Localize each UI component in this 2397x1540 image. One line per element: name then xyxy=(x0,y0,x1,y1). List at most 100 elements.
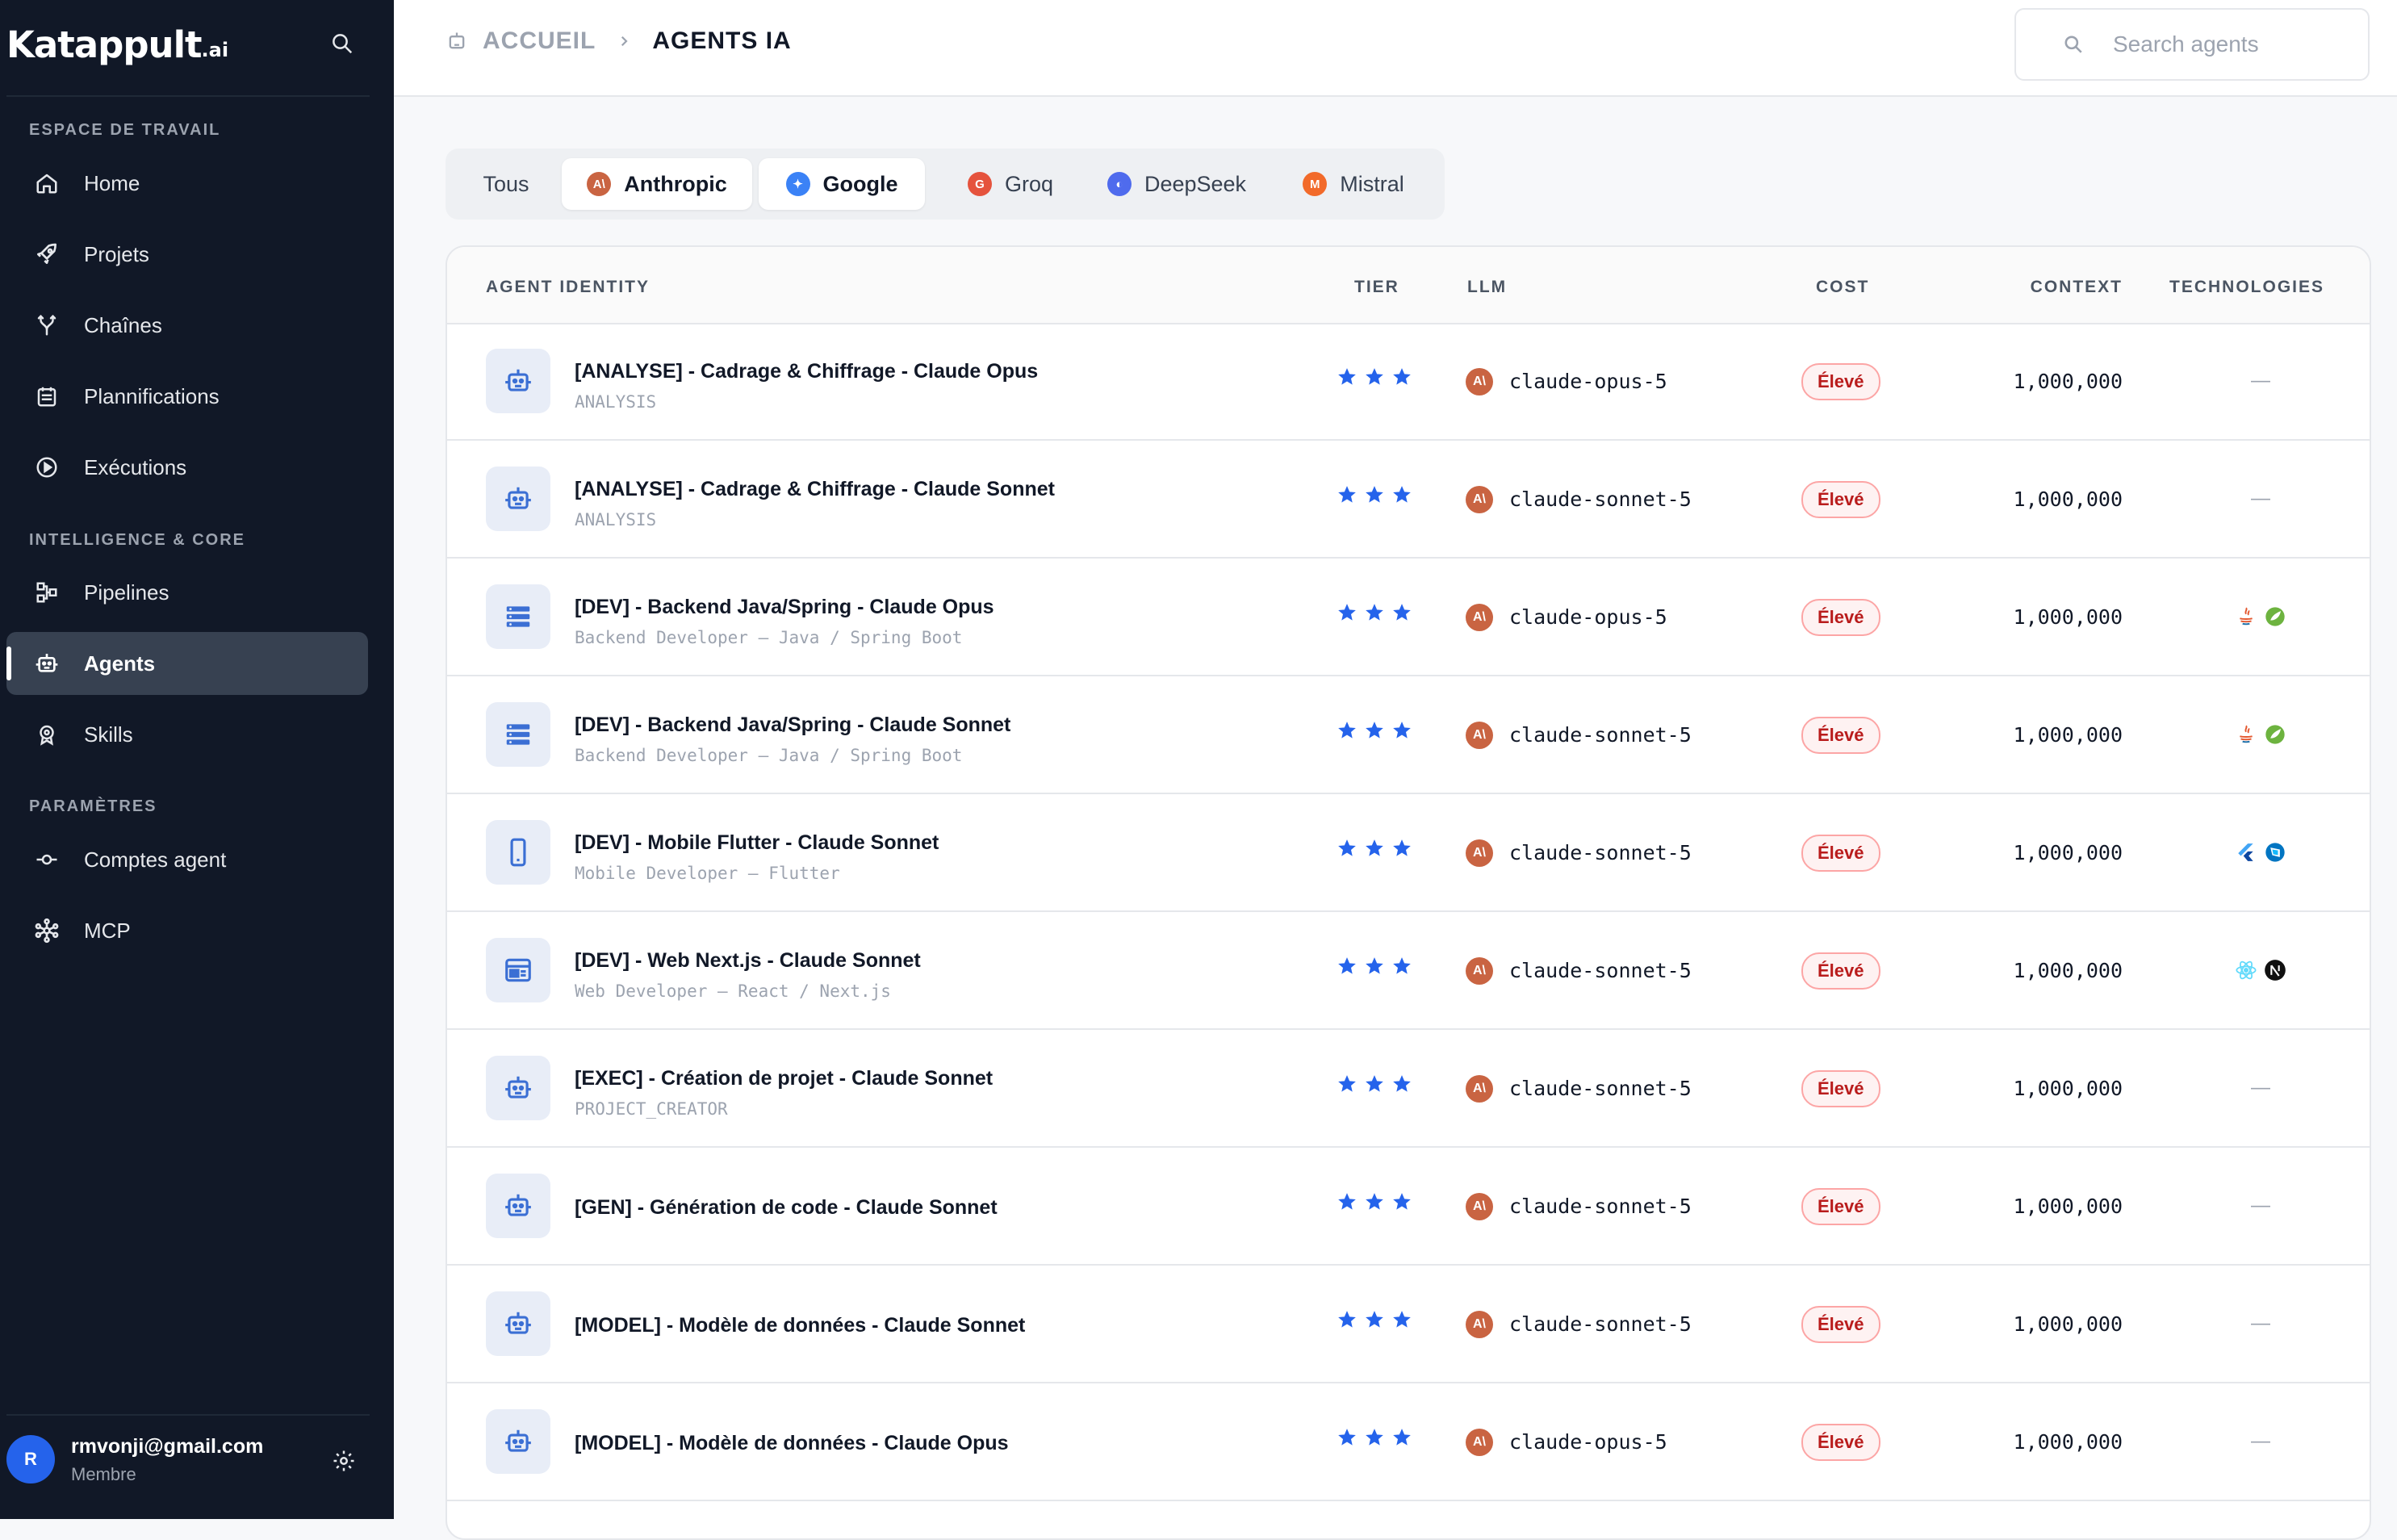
star-icon xyxy=(1337,720,1357,741)
table-row[interactable]: [EXEC] - Création de projet - Claude Son… xyxy=(447,1030,2370,1148)
sidebar-item-label: Comptes agent xyxy=(84,847,227,872)
brand-name: Katappult xyxy=(6,23,203,66)
table-row[interactable]: [DEV] - Backend Java/Spring - Claude Opu… xyxy=(447,559,2370,676)
table-row[interactable]: [DEV] - Web Next.js - Claude Sonnet Web … xyxy=(447,912,2370,1030)
search-icon xyxy=(2063,34,2084,55)
tab-deepseek[interactable]: ◐ DeepSeek xyxy=(1091,158,1262,210)
robot-icon xyxy=(486,349,550,413)
sidebar-search-icon[interactable] xyxy=(326,27,358,60)
brand-logo[interactable]: Katappult .ai xyxy=(6,16,228,73)
tier-rating xyxy=(1337,602,1412,623)
star-icon xyxy=(1391,1309,1412,1330)
agent-name[interactable]: [ANALYSE] - Cadrage & Chiffrage - Claude… xyxy=(575,478,1055,501)
sidebar-item-home[interactable]: Home xyxy=(6,152,368,215)
play-circle-icon xyxy=(31,451,63,483)
browser-icon xyxy=(486,938,550,1002)
search-box[interactable] xyxy=(2014,8,2370,81)
badge-icon xyxy=(31,718,63,751)
column-header-tier[interactable]: TIER xyxy=(1354,278,1399,297)
sidebar-item-label: Plannifications xyxy=(84,383,220,408)
star-icon xyxy=(1364,838,1385,859)
anthropic-icon: A\ xyxy=(1466,486,1493,513)
chevron-right-icon xyxy=(617,27,631,55)
star-icon xyxy=(1391,602,1412,623)
star-icon xyxy=(1337,1427,1357,1448)
sidebar-item-plannifications[interactable]: Plannifications xyxy=(6,365,368,428)
tier-rating xyxy=(1337,838,1412,859)
table-row[interactable]: [MODEL] - Modèle de données - Claude Son… xyxy=(447,1266,2370,1383)
sidebar-item-projets[interactable]: Projets xyxy=(6,223,368,286)
table-row[interactable]: [GEN] - Génération de code - Claude Sonn… xyxy=(447,1148,2370,1266)
sidebar-item-comptes-agent[interactable]: Comptes agent xyxy=(6,828,368,891)
agent-name[interactable]: [ANALYSE] - Cadrage & Chiffrage - Claude… xyxy=(575,360,1038,383)
tier-rating xyxy=(1337,720,1412,741)
table-row[interactable]: [MODEL] - Modèle de données - Claude Opu… xyxy=(447,1383,2370,1501)
sidebar-item-executions[interactable]: Exécutions xyxy=(6,436,368,499)
context-size: 1,000,000 xyxy=(2013,1195,2123,1218)
breadcrumb-home[interactable]: ACCUEIL xyxy=(446,27,596,55)
column-header-identity[interactable]: AGENT IDENTITY xyxy=(486,278,650,297)
sidebar-item-pipelines[interactable]: Pipelines xyxy=(6,561,368,624)
tab-anthropic[interactable]: A\ Anthropic xyxy=(562,158,752,210)
cost-badge: Élevé xyxy=(1801,481,1880,518)
table-row[interactable]: [DEV] - Mobile Flutter - Claude Sonnet M… xyxy=(447,794,2370,912)
agent-subtitle: PROJECT_CREATOR xyxy=(575,1099,728,1119)
agent-subtitle: Mobile Developer — Flutter xyxy=(575,864,840,883)
user-profile[interactable]: R rmvonji@gmail.com Membre xyxy=(6,1414,362,1504)
technologies xyxy=(2216,718,2305,751)
context-size: 1,000,000 xyxy=(2013,1077,2123,1100)
anthropic-icon: A\ xyxy=(1466,722,1493,749)
server-icon xyxy=(486,584,550,649)
breadcrumb-home-label: ACCUEIL xyxy=(483,27,596,54)
star-icon xyxy=(1391,838,1412,859)
table-row[interactable]: [ANALYSE] - Cadrage & Chiffrage - Claude… xyxy=(447,441,2370,559)
tab-groq[interactable]: G Groq xyxy=(938,158,1083,210)
sidebar-item-agents[interactable]: Agents xyxy=(6,632,368,695)
tier-rating xyxy=(1337,484,1412,505)
agent-name[interactable]: [DEV] - Mobile Flutter - Claude Sonnet xyxy=(575,831,939,855)
column-header-technologies[interactable]: TECHNOLOGIES xyxy=(2169,278,2324,297)
sidebar-item-chaines[interactable]: Chaînes xyxy=(6,294,368,357)
provider-tabs: Tous A\ Anthropic ✦ Google G Groq ◐ Deep… xyxy=(446,149,1445,220)
user-role: Membre xyxy=(71,1464,136,1484)
llm-model: claude-sonnet-5 xyxy=(1509,488,1692,511)
star-icon xyxy=(1364,1191,1385,1212)
agent-name[interactable]: [EXEC] - Création de projet - Claude Son… xyxy=(575,1067,993,1090)
agent-name[interactable]: [MODEL] - Modèle de données - Claude Opu… xyxy=(575,1432,1009,1455)
agent-name[interactable]: [DEV] - Web Next.js - Claude Sonnet xyxy=(575,949,921,973)
context-size: 1,000,000 xyxy=(2013,488,2123,511)
agent-name[interactable]: [DEV] - Backend Java/Spring - Claude Opu… xyxy=(575,596,994,619)
search-input[interactable] xyxy=(2111,31,2357,58)
cost-badge: Élevé xyxy=(1801,363,1880,400)
agent-name[interactable]: [DEV] - Backend Java/Spring - Claude Son… xyxy=(575,714,1010,737)
star-icon xyxy=(1364,366,1385,387)
technologies: — xyxy=(2216,365,2305,397)
tab-google[interactable]: ✦ Google xyxy=(759,158,925,210)
agent-subtitle: Backend Developer — Java / Spring Boot xyxy=(575,628,963,647)
agent-name[interactable]: [MODEL] - Modèle de données - Claude Son… xyxy=(575,1314,1025,1337)
table-row[interactable]: [DEV] - Backend Java/Spring - Claude Son… xyxy=(447,676,2370,794)
gear-icon[interactable] xyxy=(329,1446,358,1475)
column-header-context[interactable]: CONTEXT xyxy=(2031,278,2123,297)
column-header-llm[interactable]: LLM xyxy=(1467,278,1507,297)
column-header-cost[interactable]: COST xyxy=(1816,278,1869,297)
llm-model: claude-sonnet-5 xyxy=(1509,723,1692,747)
deepseek-icon: ◐ xyxy=(1106,172,1132,196)
agent-subtitle: ANALYSIS xyxy=(575,392,657,412)
star-icon xyxy=(1364,484,1385,505)
sidebar-item-mcp[interactable]: MCP xyxy=(6,899,368,962)
spring-icon xyxy=(2263,722,2287,747)
tab-mistral[interactable]: M Mistral xyxy=(1275,158,1432,210)
cost-badge: Élevé xyxy=(1801,1424,1880,1461)
cost-badge: Élevé xyxy=(1801,1070,1880,1107)
table-row[interactable]: [ANALYSE] - Cadrage & Chiffrage - Claude… xyxy=(447,323,2370,441)
sidebar-item-skills[interactable]: Skills xyxy=(6,703,368,766)
sidebar-item-label: Projets xyxy=(84,241,149,266)
agent-name[interactable]: [GEN] - Génération de code - Claude Sonn… xyxy=(575,1196,998,1220)
cost-badge: Élevé xyxy=(1801,717,1880,754)
star-icon xyxy=(1391,484,1412,505)
anthropic-icon: A\ xyxy=(1466,1193,1493,1220)
tab-tous[interactable]: Tous xyxy=(455,158,557,210)
sidebar-item-label: Home xyxy=(84,170,140,195)
sidebar-item-label: MCP xyxy=(84,918,131,943)
